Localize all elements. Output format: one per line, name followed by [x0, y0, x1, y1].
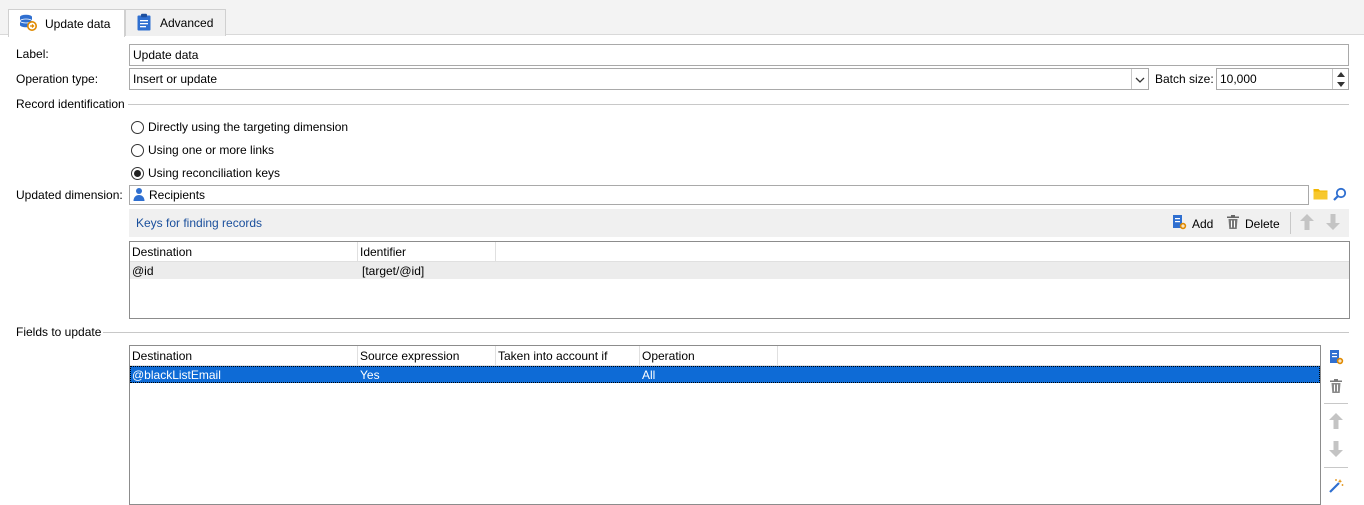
toolbar-separator — [1324, 403, 1348, 404]
cell-destination: @id — [132, 263, 154, 278]
add-row-icon — [1329, 349, 1344, 368]
add-field-button[interactable] — [1325, 347, 1347, 369]
tab-label: Update data — [45, 16, 111, 31]
delete-label: Delete — [1245, 216, 1280, 231]
move-down-button[interactable] — [1325, 213, 1341, 234]
label-input[interactable]: Update data — [129, 44, 1349, 66]
column-header-destination[interactable]: Destination — [130, 242, 358, 261]
trash-icon — [1329, 378, 1343, 397]
keys-grid: Destination Identifier @id [target/@id] — [129, 241, 1350, 319]
table-row[interactable]: @id [target/@id] — [130, 262, 1349, 279]
folder-button[interactable] — [1311, 186, 1329, 204]
magic-wand-icon — [1328, 478, 1344, 497]
keys-toolbar — [129, 209, 1349, 237]
radio-reconciliation-keys[interactable]: Using reconciliation keys — [131, 166, 280, 180]
move-up-button[interactable] — [1299, 213, 1315, 234]
cell-identifier: [target/@id] — [362, 263, 425, 278]
trash-icon — [1226, 214, 1240, 233]
operation-type-value: Insert or update — [133, 72, 218, 86]
updated-dimension-caption: Updated dimension: — [16, 188, 123, 202]
fields-grid: Destination Source expression Taken into… — [129, 345, 1321, 505]
column-header-source-expression[interactable]: Source expression — [358, 346, 496, 365]
radio-links[interactable]: Using one or more links — [131, 143, 274, 157]
toolbar-separator — [1324, 467, 1348, 468]
recipient-icon — [133, 187, 145, 204]
spin-down-icon[interactable] — [1333, 79, 1348, 89]
database-update-icon — [19, 13, 37, 34]
column-header-destination[interactable]: Destination — [130, 346, 358, 365]
arrow-up-icon — [1328, 412, 1344, 433]
tab-advanced[interactable]: Advanced — [125, 9, 226, 36]
move-field-down-button[interactable] — [1325, 439, 1347, 461]
keys-title: Keys for finding records — [136, 216, 263, 230]
column-header-identifier[interactable]: Identifier — [358, 242, 496, 261]
updated-dimension-field[interactable]: Recipients — [129, 185, 1309, 205]
move-field-up-button[interactable] — [1325, 411, 1347, 433]
delete-key-button[interactable]: Delete — [1226, 214, 1280, 233]
radio-targeting-dimension[interactable]: Directly using the targeting dimension — [131, 120, 348, 134]
chevron-down-icon — [1135, 72, 1145, 86]
fields-to-update-title: Fields to update — [16, 325, 102, 339]
search-icon — [1333, 187, 1347, 204]
arrow-down-icon — [1328, 440, 1344, 461]
operation-type-select[interactable]: Insert or update — [129, 68, 1149, 90]
keys-grid-header: Destination Identifier — [130, 242, 1349, 262]
cell-destination: @blackListEmail — [132, 367, 221, 382]
cell-source-expression: Yes — [360, 367, 380, 382]
operation-dropdown-button[interactable] — [1131, 69, 1148, 89]
add-key-button[interactable]: Add — [1172, 214, 1213, 233]
updated-dimension-value: Recipients — [149, 188, 206, 202]
add-label: Add — [1192, 216, 1214, 231]
magic-wand-button[interactable] — [1325, 476, 1347, 498]
batch-size-stepper[interactable] — [1332, 69, 1348, 89]
radio-label: Using reconciliation keys — [148, 166, 281, 180]
cell-operation: All — [642, 367, 656, 382]
label-caption: Label: — [16, 47, 49, 61]
cell-taken-into-account — [496, 366, 640, 383]
folder-icon — [1313, 187, 1328, 203]
section-divider — [128, 104, 1349, 105]
record-identification-title: Record identification — [16, 97, 125, 111]
table-row-selected[interactable]: @blackListEmail Yes All — [130, 366, 1320, 383]
spin-up-icon[interactable] — [1333, 69, 1348, 79]
tab-update-data[interactable]: Update data — [8, 9, 125, 37]
section-divider — [103, 332, 1349, 333]
search-button[interactable] — [1331, 186, 1349, 204]
operation-type-caption: Operation type: — [16, 72, 99, 86]
batch-size-input[interactable]: 10,000 — [1216, 68, 1349, 90]
radio-label: Directly using the targeting dimension — [148, 120, 349, 134]
label-value: Update data — [133, 48, 199, 62]
radio-button-checked[interactable] — [131, 166, 144, 180]
fields-grid-header: Destination Source expression Taken into… — [130, 346, 1320, 366]
radio-button[interactable] — [131, 120, 144, 134]
radio-button[interactable] — [131, 143, 144, 157]
column-header-taken-into-account[interactable]: Taken into account if — [496, 346, 640, 365]
radio-label: Using one or more links — [148, 143, 275, 157]
batch-size-caption: Batch size: — [1155, 72, 1214, 86]
clipboard-icon — [136, 13, 152, 34]
column-header-operation[interactable]: Operation — [640, 346, 778, 365]
arrow-down-icon — [1325, 214, 1341, 234]
add-row-icon — [1172, 214, 1187, 233]
toolbar-separator — [1290, 212, 1291, 234]
tab-label: Advanced — [160, 16, 214, 30]
delete-field-button[interactable] — [1325, 376, 1347, 398]
arrow-up-icon — [1299, 214, 1315, 234]
batch-size-value: 10,000 — [1220, 72, 1257, 86]
